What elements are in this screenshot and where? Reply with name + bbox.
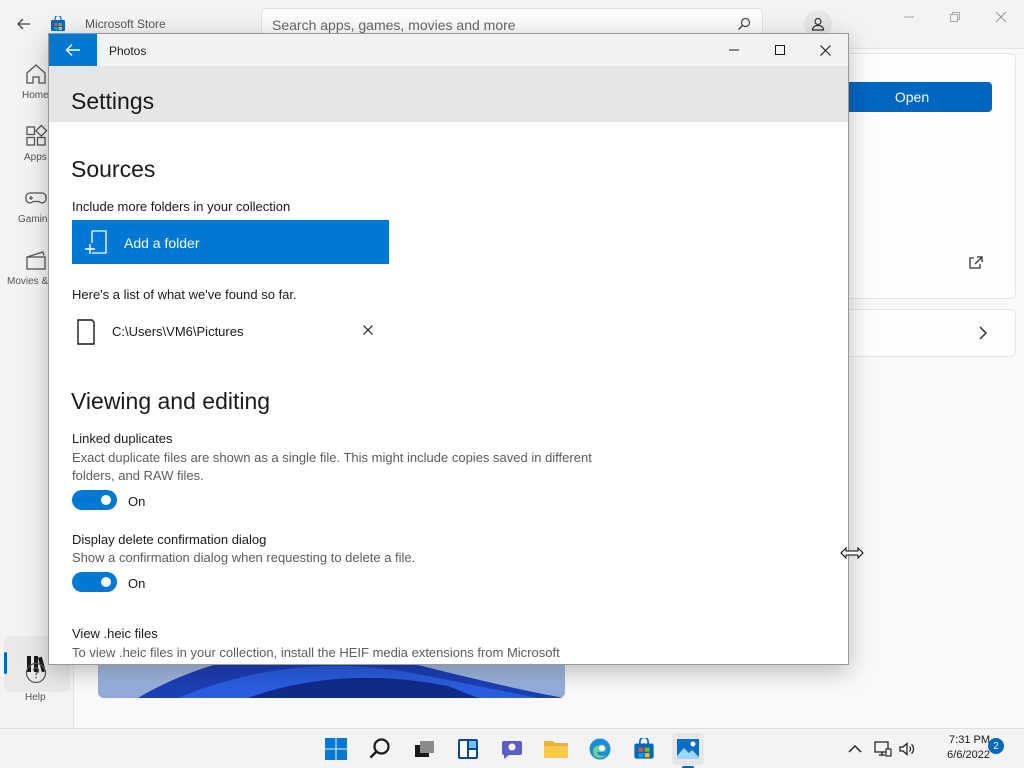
apps-icon	[26, 124, 48, 146]
store-taskbar-button[interactable]	[628, 733, 660, 765]
delete-confirmation-toggle[interactable]	[72, 572, 117, 592]
user-icon	[811, 17, 825, 31]
linked-duplicates-description: Exact duplicate files are shown as a sin…	[72, 450, 592, 483]
windows-logo-icon	[325, 738, 347, 760]
network-button[interactable]	[873, 739, 893, 759]
search-icon	[369, 738, 390, 759]
linked-duplicates-toggle[interactable]	[72, 490, 117, 510]
settings-header	[49, 66, 848, 122]
sources-heading: Sources	[71, 156, 156, 182]
clock-date: 6/6/2022	[947, 749, 990, 761]
delete-confirmation-state: On	[128, 576, 146, 591]
folder-path: C:\Users\VM6\Pictures	[112, 324, 244, 339]
share-icon[interactable]	[966, 252, 986, 272]
viewing-editing-heading: Viewing and editing	[71, 388, 271, 414]
show-hidden-icons-button[interactable]	[845, 739, 865, 759]
file-explorer-button[interactable]	[540, 733, 572, 765]
photos-maximize-button[interactable]	[757, 34, 803, 66]
volume-button[interactable]	[897, 739, 917, 759]
photos-titlebar: Photos	[49, 34, 848, 66]
taskbar-search-button[interactable]	[364, 733, 396, 765]
photos-close-button[interactable]	[802, 34, 848, 66]
movies-icon	[26, 251, 46, 270]
delete-confirmation-title: Display delete confirmation dialog	[72, 532, 267, 547]
page-title: Settings	[71, 88, 155, 114]
folder-icon	[77, 319, 95, 345]
linked-duplicates-title: Linked duplicates	[72, 431, 173, 446]
photos-icon	[677, 739, 699, 759]
nav-label-help: Help	[25, 692, 46, 703]
heic-files-description: To view .heic files in your collection, …	[72, 645, 560, 660]
remove-folder-button[interactable]	[358, 320, 378, 340]
restore-icon	[950, 12, 960, 22]
store-restore-button[interactable]	[940, 8, 970, 26]
minimize-icon	[904, 16, 914, 18]
add-folder-label: Add a folder	[124, 235, 200, 251]
toggle-knob	[101, 495, 111, 505]
edge-button[interactable]	[584, 733, 616, 765]
resize-cursor-icon	[840, 546, 864, 560]
add-folder-button[interactable]: Add a folder	[72, 220, 389, 264]
photos-taskbar-button[interactable]	[672, 733, 704, 765]
network-icon	[874, 741, 892, 757]
chevron-up-icon	[848, 745, 862, 753]
clock[interactable]: 7:31 PM 6/6/2022	[926, 733, 990, 763]
photos-window: Photos Settings Sources Include more fol…	[48, 33, 849, 665]
chat-button[interactable]	[496, 733, 528, 765]
start-button[interactable]	[320, 733, 352, 765]
store-search-input[interactable]: Search apps, games, movies and more	[272, 17, 516, 33]
folder-icon	[544, 741, 568, 758]
store-open-button[interactable]: Open	[832, 82, 992, 112]
arrow-left-icon	[65, 44, 80, 56]
store-logo-icon	[51, 16, 65, 31]
found-so-far-text: Here's a list of what we've found so far…	[72, 287, 297, 302]
widgets-icon	[458, 739, 478, 759]
photos-minimize-button[interactable]	[711, 34, 757, 66]
folder-list-item: C:\Users\VM6\Pictures	[72, 316, 382, 346]
include-folders-text: Include more folders in your collection	[72, 199, 291, 214]
close-icon	[363, 325, 373, 335]
widgets-button[interactable]	[452, 733, 484, 765]
add-folder-icon	[85, 230, 107, 254]
taskbar: 7:31 PM 6/6/2022 2	[0, 728, 1024, 768]
task-view-icon	[415, 741, 434, 757]
edge-icon	[589, 738, 611, 760]
task-view-button[interactable]	[408, 733, 440, 765]
delete-confirmation-description: Show a confirmation dialog when requesti…	[72, 550, 416, 565]
store-minimize-button[interactable]	[894, 8, 924, 26]
heic-files-title: View .heic files	[72, 626, 158, 641]
store-back-button[interactable]	[12, 12, 36, 36]
close-icon	[995, 11, 1007, 23]
arrow-left-icon	[17, 18, 30, 30]
maximize-icon	[775, 45, 785, 55]
close-icon	[819, 44, 831, 56]
notification-badge[interactable]: 2	[988, 738, 1004, 754]
help-icon	[25, 662, 47, 684]
store-title: Microsoft Store	[85, 17, 166, 31]
linked-duplicates-state: On	[128, 494, 146, 509]
home-icon	[26, 64, 46, 84]
chat-icon	[502, 741, 522, 759]
store-close-button[interactable]	[986, 8, 1016, 26]
search-icon[interactable]	[736, 16, 752, 32]
volume-icon	[899, 742, 915, 756]
nav-item-help[interactable]: Help	[0, 658, 72, 714]
photos-app-title: Photos	[109, 44, 147, 58]
photos-back-button[interactable]	[49, 34, 97, 66]
clock-time: 7:31 PM	[949, 734, 990, 746]
store-logo-icon	[634, 738, 654, 759]
chevron-right-icon[interactable]	[974, 323, 992, 343]
minimize-icon	[729, 49, 739, 51]
gaming-icon	[25, 192, 47, 204]
toggle-knob	[101, 577, 111, 587]
